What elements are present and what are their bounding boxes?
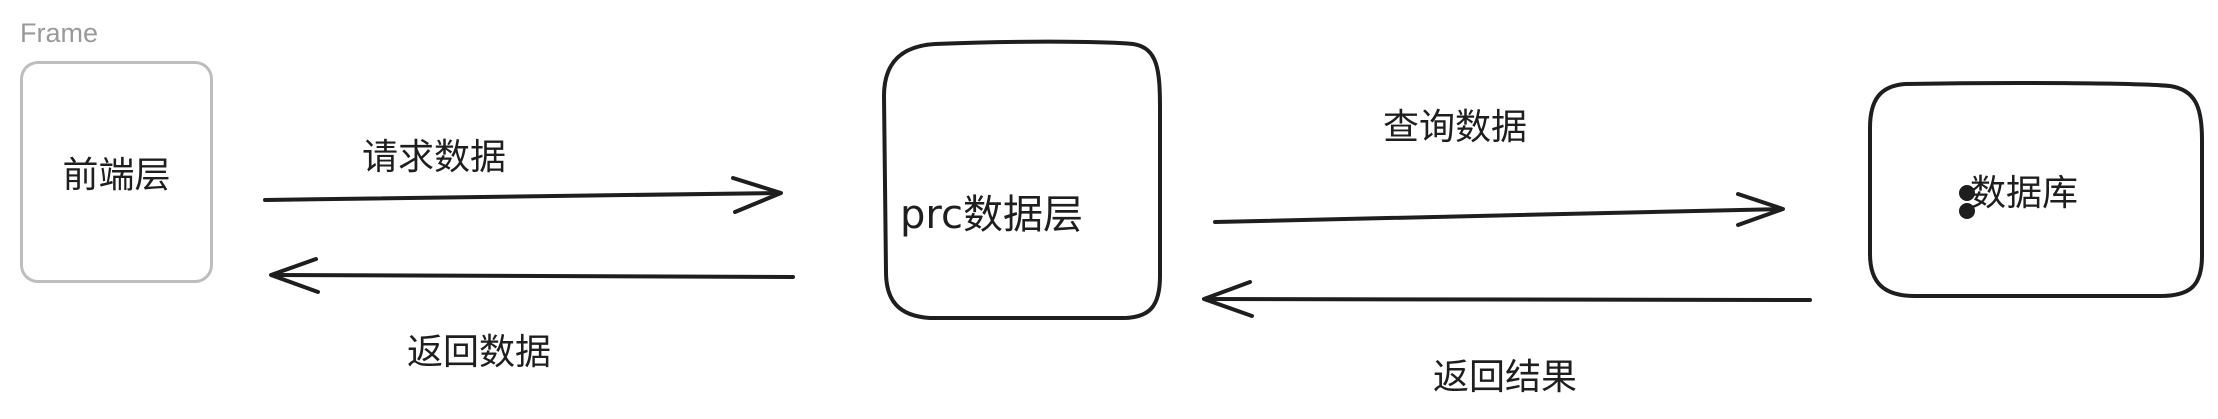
arrow-return-data (269, 257, 795, 294)
arrow-return-result (1202, 280, 1812, 318)
rpc-node[interactable] (882, 39, 1162, 320)
arrow-query (1213, 192, 1785, 227)
edge-label-return-data: 返回数据 (407, 332, 552, 373)
edge-label-query: 查询数据 (1383, 107, 1528, 148)
edge-label-request: 请求数据 (362, 137, 507, 178)
arrow-request (263, 176, 783, 214)
diagram-svg (263, 39, 2204, 320)
edge-label-return-result: 返回结果 (1433, 357, 1578, 398)
rpc-node-label: prc数据层 (900, 192, 1083, 238)
database-node-label: 数据库 (1970, 173, 2079, 214)
